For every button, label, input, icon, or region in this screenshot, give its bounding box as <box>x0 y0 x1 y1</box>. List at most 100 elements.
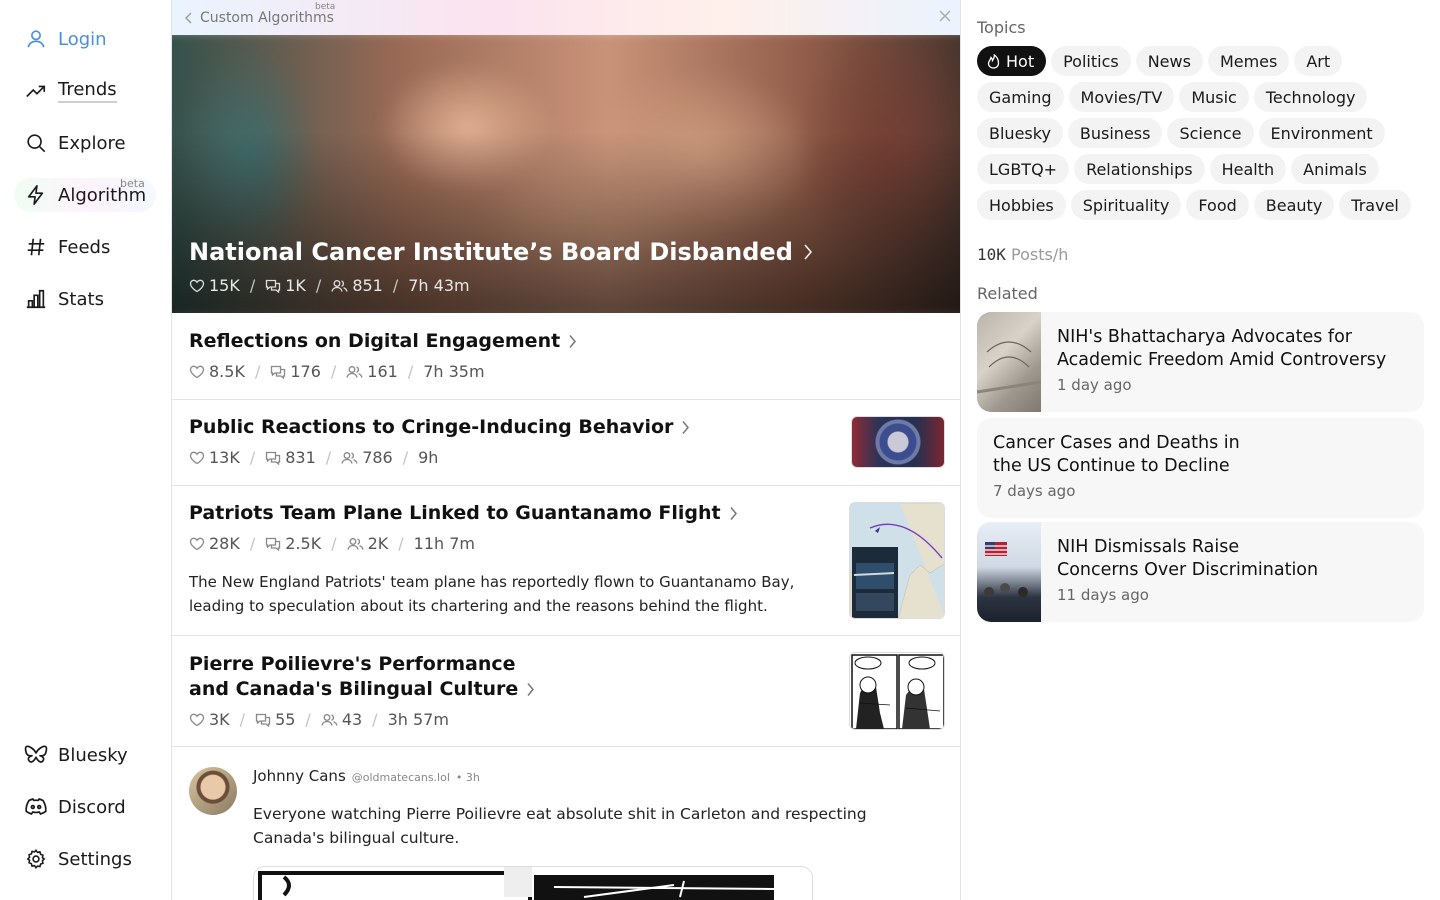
beta-badge: beta <box>120 177 145 190</box>
bar-title[interactable]: Custom Algorithms <box>200 10 334 26</box>
story-age: 7h 35m <box>423 362 485 381</box>
story-item[interactable]: Patriots Team Plane Linked to Guantanamo… <box>172 486 960 636</box>
story-title: Pierre Poilievre's Performance and Canad… <box>189 652 535 702</box>
topic-chip[interactable]: Relationships <box>1074 154 1205 184</box>
users-icon <box>331 279 348 293</box>
nav-bluesky[interactable]: Bluesky <box>24 738 128 772</box>
user-icon <box>24 27 48 51</box>
topic-chips: Hot Politics News Memes Art Gaming Movies/TV Mu… <box>977 46 1427 220</box>
related-title-line1: Cancer Cases and Deaths in <box>993 433 1240 453</box>
topic-chip[interactable]: Movies/TV <box>1068 82 1175 112</box>
related-title: NIH's Bhattacharya Advocates for Academi… <box>1057 326 1407 372</box>
story-age: 3h 57m <box>387 710 449 729</box>
nav-discord[interactable]: Discord <box>24 790 126 824</box>
story-stats: 8.5K / 176 / 161 / 7h 35m <box>189 362 485 381</box>
topic-chip[interactable]: Business <box>1067 118 1163 148</box>
topic-chip[interactable]: Hot <box>977 46 1047 76</box>
users-count: 851 <box>352 276 383 295</box>
comments-count: 2.5K <box>285 534 322 553</box>
separator: / <box>249 276 256 295</box>
avatar[interactable] <box>189 767 237 815</box>
post-text: Everyone watching Pierre Poilievre eat a… <box>253 805 867 847</box>
users-count: 2K <box>367 534 389 553</box>
topic-chip-label: Travel <box>1351 195 1399 215</box>
nav-feeds[interactable]: Feeds <box>24 230 110 264</box>
rate-value: 10K <box>977 245 1006 264</box>
topic-chip[interactable]: Food <box>1186 190 1249 220</box>
topic-chip-label: Politics <box>1063 51 1119 71</box>
bolt-icon <box>24 183 48 207</box>
comic-image <box>850 653 944 729</box>
topic-chip-label: Science <box>1179 123 1242 143</box>
nav-label: Bluesky <box>58 744 128 766</box>
topic-chip[interactable]: Science <box>1167 118 1254 148</box>
hero-story[interactable]: National Cancer Institute’s Board Disban… <box>172 35 960 313</box>
posts-rate: 10K Posts/h <box>977 245 1068 264</box>
chevron-left-icon[interactable] <box>184 12 194 24</box>
nav-label: Feeds <box>58 236 111 258</box>
topic-chip[interactable]: Gaming <box>977 82 1064 112</box>
topic-chip[interactable]: News <box>1135 46 1203 76</box>
related-thumbnail <box>977 522 1041 622</box>
separator: / <box>305 710 311 729</box>
topic-chip[interactable]: Technology <box>1253 82 1368 112</box>
topic-chip[interactable]: Health <box>1209 154 1287 184</box>
sidebar: Login Trends Explore Algorithm beta Feed… <box>0 0 171 900</box>
users-count: 43 <box>341 710 363 729</box>
topic-chip-label: Memes <box>1219 51 1278 71</box>
separator: / <box>325 448 332 467</box>
topic-chip[interactable]: Politics <box>1051 46 1131 76</box>
likes-count: 8.5K <box>209 362 245 381</box>
users-icon <box>341 451 358 465</box>
nav-explore[interactable]: Explore <box>24 126 126 160</box>
topic-chip[interactable]: Environment <box>1258 118 1385 148</box>
story-age: 11h 7m <box>413 534 475 553</box>
story-item[interactable]: Public Reactions to Cringe-Inducing Beha… <box>172 400 960 486</box>
likes-count: 3K <box>209 710 230 729</box>
related-item[interactable]: NIH's Bhattacharya Advocates for Academi… <box>977 312 1424 412</box>
nav-stats[interactable]: Stats <box>24 282 104 316</box>
social-post[interactable]: Johnny Cans @oldmatecans.lol • 3h Everyo… <box>172 747 960 900</box>
comments-icon <box>265 537 281 551</box>
close-icon[interactable] <box>939 10 951 22</box>
nav-settings[interactable]: Settings <box>24 842 132 876</box>
post-media[interactable] <box>253 866 813 900</box>
topic-chip[interactable]: Travel <box>1339 190 1411 220</box>
hash-icon <box>24 235 48 259</box>
nav-trends[interactable]: Trends <box>24 74 117 108</box>
topic-chip[interactable]: Art <box>1294 46 1343 76</box>
topic-chip[interactable]: Music <box>1179 82 1249 112</box>
butterfly-icon <box>24 743 48 767</box>
topic-chip[interactable]: Bluesky <box>977 118 1063 148</box>
story-stats: 3K / 55 / 43 / 3h 57m <box>189 710 449 729</box>
rate-unit: Posts/h <box>1011 245 1069 264</box>
topic-chip-label: Business <box>1079 123 1151 143</box>
related-item[interactable]: Cancer Cases and Deaths in the US Contin… <box>977 418 1424 518</box>
nav-label: Discord <box>58 796 126 818</box>
topic-chip-label: News <box>1147 51 1191 71</box>
nav-login[interactable]: Login <box>24 22 107 56</box>
related-item[interactable]: NIH Dismissals Raise Concerns Over Discr… <box>977 522 1424 622</box>
topic-chip[interactable]: Beauty <box>1253 190 1335 220</box>
story-item[interactable]: Pierre Poilievre's Performance and Canad… <box>172 636 960 747</box>
topic-chip[interactable]: Memes <box>1207 46 1290 76</box>
author-handle[interactable]: @oldmatecans.lol <box>352 771 450 784</box>
topic-chip[interactable]: LGBTQ+ <box>977 154 1070 184</box>
separator: / <box>372 710 378 729</box>
topic-chip[interactable]: Animals <box>1291 154 1379 184</box>
story-item[interactable]: Reflections on Digital Engagement 8.5K /… <box>172 313 960 400</box>
topic-chip-label: Health <box>1221 159 1275 179</box>
author-name[interactable]: Johnny Cans <box>253 767 346 785</box>
separator: / <box>239 710 246 729</box>
related-title-line1: NIH Dismissals Raise <box>1057 537 1240 557</box>
heart-icon <box>189 365 205 379</box>
topic-chip[interactable]: Hobbies <box>977 190 1066 220</box>
flame-icon <box>987 53 1000 69</box>
hero-title-text: National Cancer Institute’s Board Disban… <box>189 238 793 266</box>
separator: / <box>331 534 337 553</box>
topic-chip-label: Beauty <box>1265 195 1323 215</box>
comments-icon <box>265 451 281 465</box>
chevron-right-icon <box>803 243 813 261</box>
topic-chip-label: Relationships <box>1086 159 1193 179</box>
topic-chip[interactable]: Spirituality <box>1070 190 1182 220</box>
